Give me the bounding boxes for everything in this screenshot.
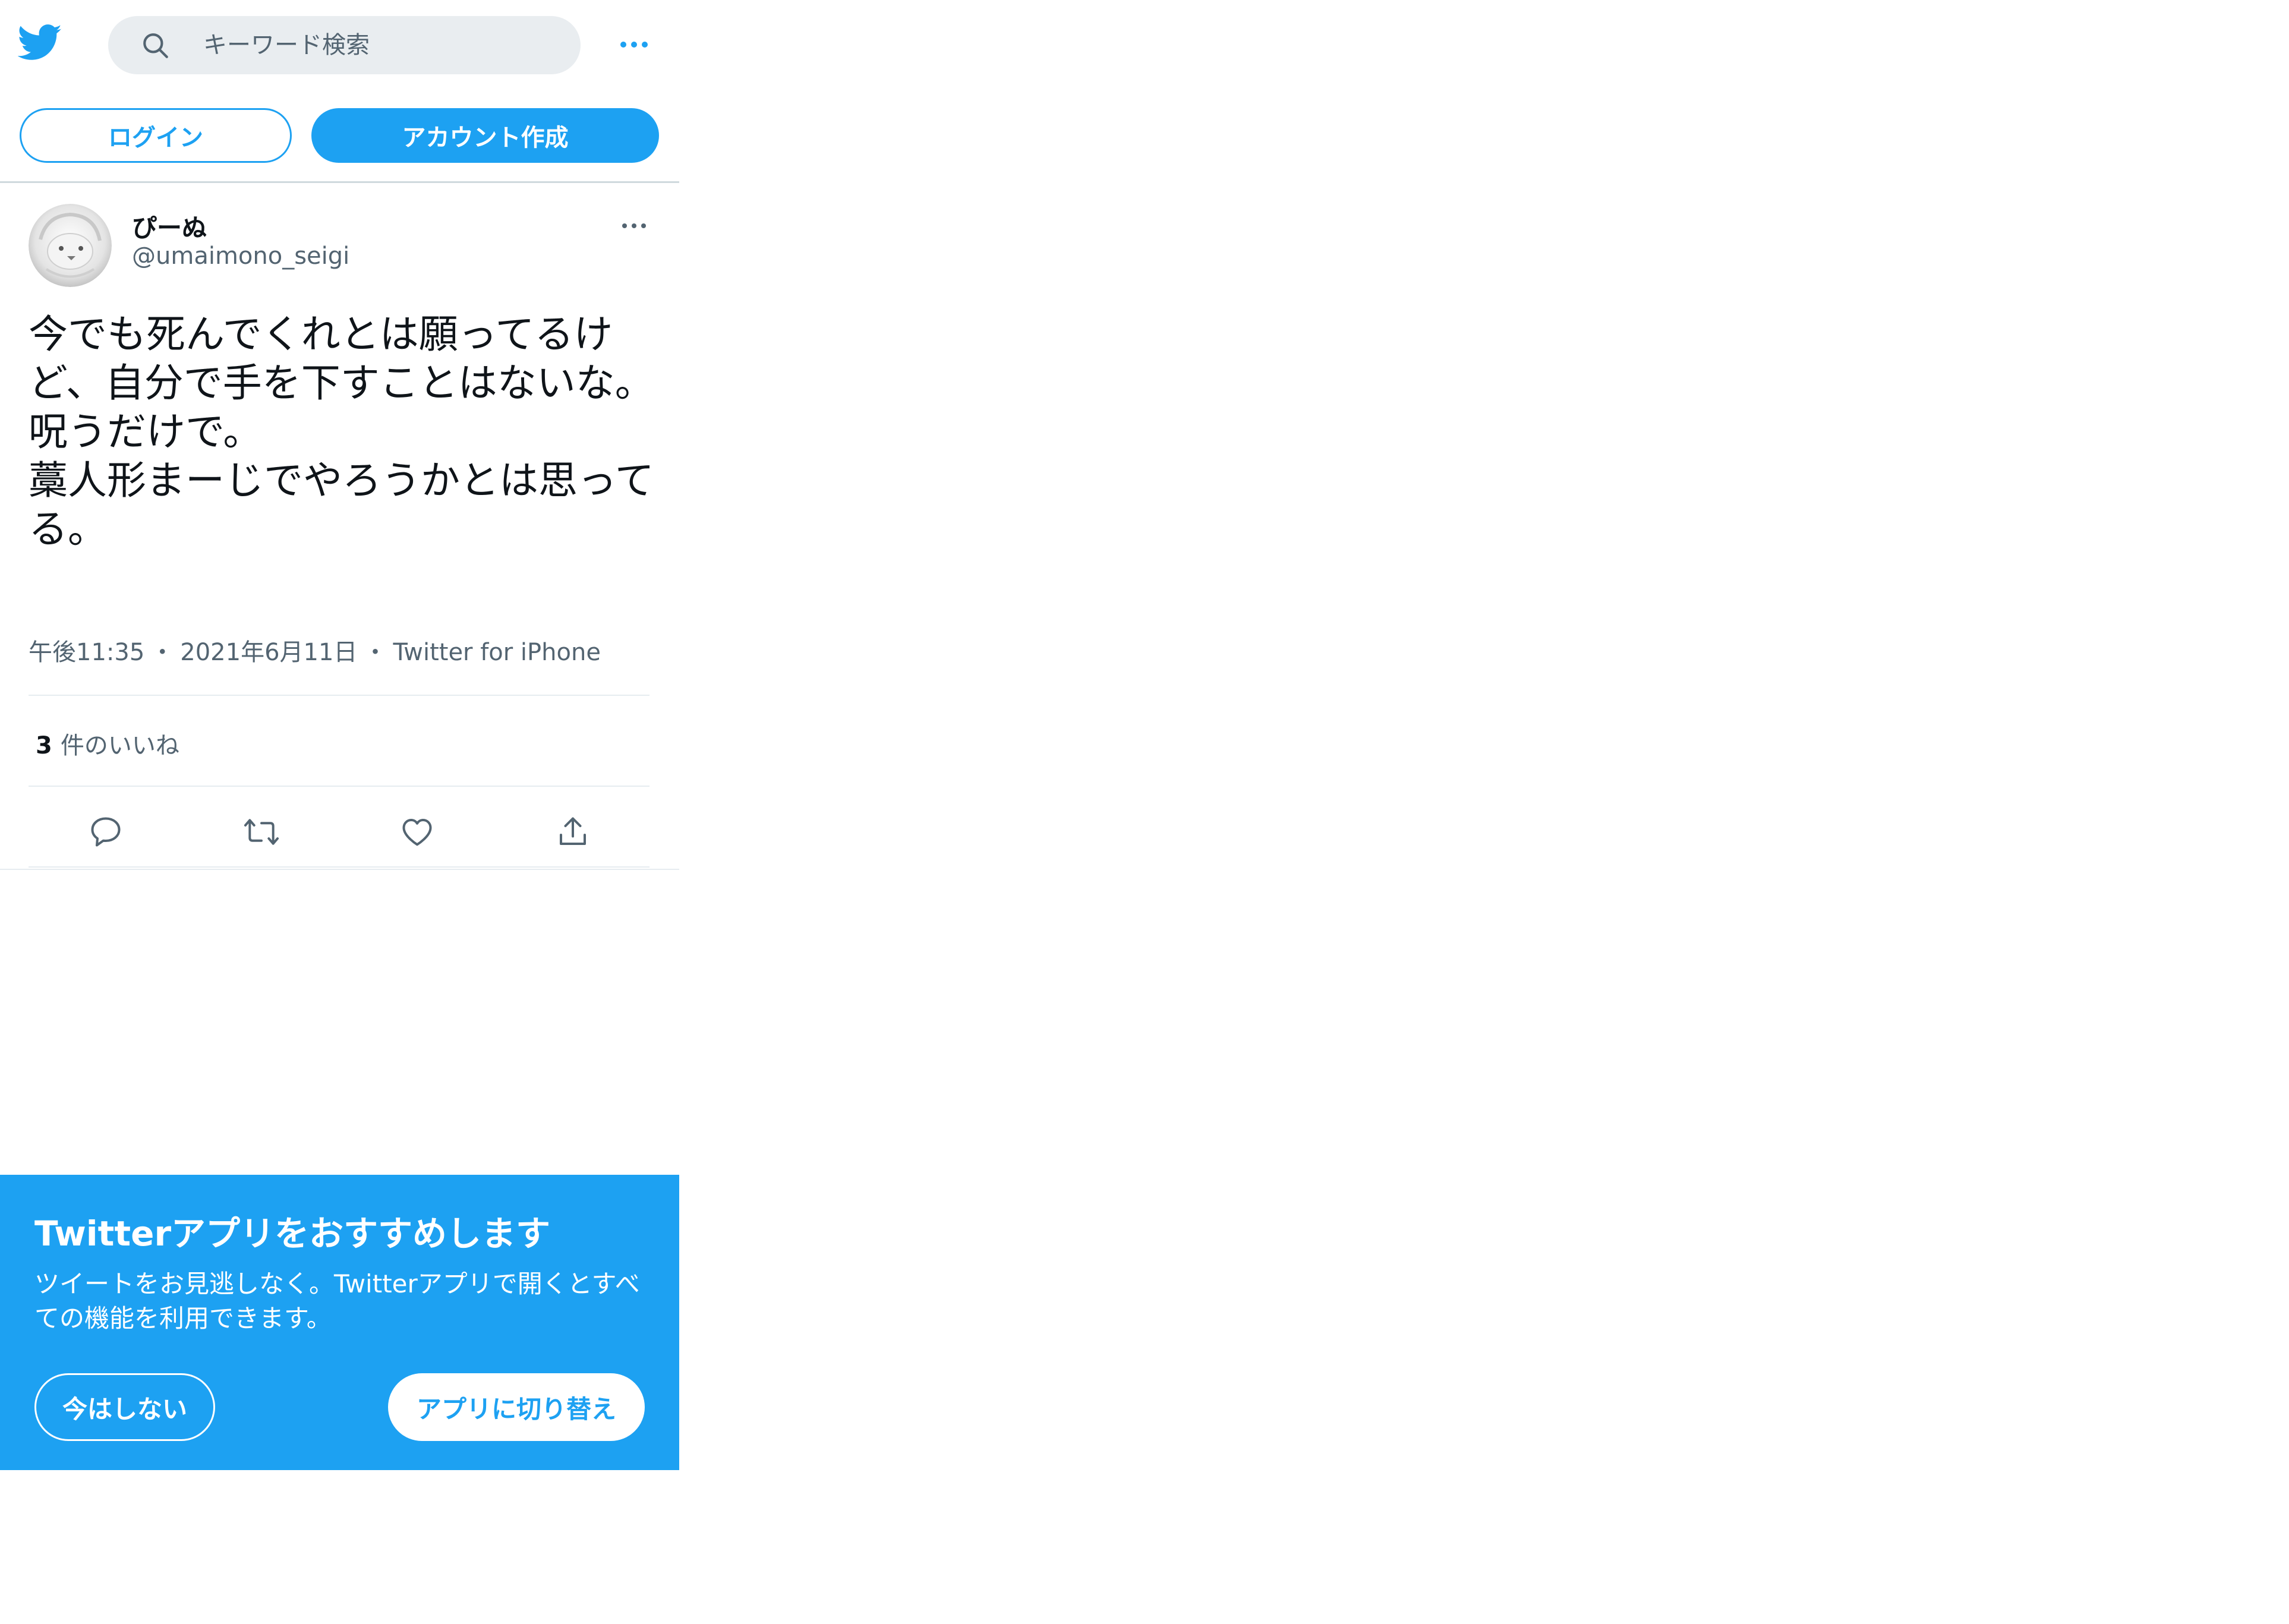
banner-title: Twitterアプリをおすすめします	[34, 1213, 551, 1254]
search-input[interactable]	[203, 16, 560, 74]
top-bar	[0, 0, 679, 89]
switch-to-app-button[interactable]: アプリに切り替え	[388, 1373, 645, 1441]
tweet-actions	[29, 802, 650, 874]
app-root: ログイン アカウント作成 ぴーぬ @umaimono_seigi	[0, 0, 679, 1624]
user-handle[interactable]: @umaimono_seigi	[132, 242, 349, 270]
tweet-text: 今でも死んでくれとは願ってるけど、自分で手を下すことはないな。 呪うだけで。 藁…	[29, 311, 654, 552]
header-divider	[0, 181, 679, 183]
not-now-button[interactable]: 今はしない	[34, 1373, 215, 1441]
tweet-meta: 午後11:35 ・ 2021年6月11日・ Twitter for iPhone	[29, 633, 601, 667]
share-icon[interactable]	[549, 808, 597, 856]
divider	[29, 786, 650, 787]
search-bar[interactable]	[108, 16, 581, 74]
display-name[interactable]: ぴーぬ	[132, 208, 207, 244]
login-button[interactable]: ログイン	[20, 108, 292, 163]
likes-number: 3	[36, 732, 52, 759]
tweet-bottom-border	[0, 869, 679, 870]
tweet-source[interactable]: Twitter for iPhone	[393, 639, 601, 666]
banner-body: ツイートをお見逃しなく。Twitterアプリで開くとすべての機能を利用できます。	[34, 1269, 640, 1333]
likes-count[interactable]: 3 件のいいね	[36, 726, 179, 761]
twitter-bird-icon[interactable]	[17, 24, 62, 62]
tweet-date[interactable]: 2021年6月11日	[180, 639, 357, 666]
search-icon	[141, 31, 171, 61]
tweet-time[interactable]: 午後11:35	[29, 639, 144, 666]
tweet-more-icon[interactable]	[616, 217, 652, 235]
meta-separator: ・	[363, 639, 387, 666]
divider	[29, 866, 650, 868]
meta-separator: ・	[150, 639, 175, 666]
likes-label: 件のいいね	[60, 732, 179, 759]
avatar[interactable]	[29, 204, 112, 287]
retweet-icon[interactable]	[238, 808, 285, 856]
reply-icon[interactable]	[82, 808, 130, 856]
more-dots-icon[interactable]	[616, 33, 652, 56]
like-icon[interactable]	[393, 808, 441, 856]
signup-button[interactable]: アカウント作成	[311, 108, 659, 163]
app-promo-banner: Twitterアプリをおすすめします ツイートをお見逃しなく。Twitterアプ…	[0, 1175, 679, 1470]
divider	[29, 695, 650, 696]
